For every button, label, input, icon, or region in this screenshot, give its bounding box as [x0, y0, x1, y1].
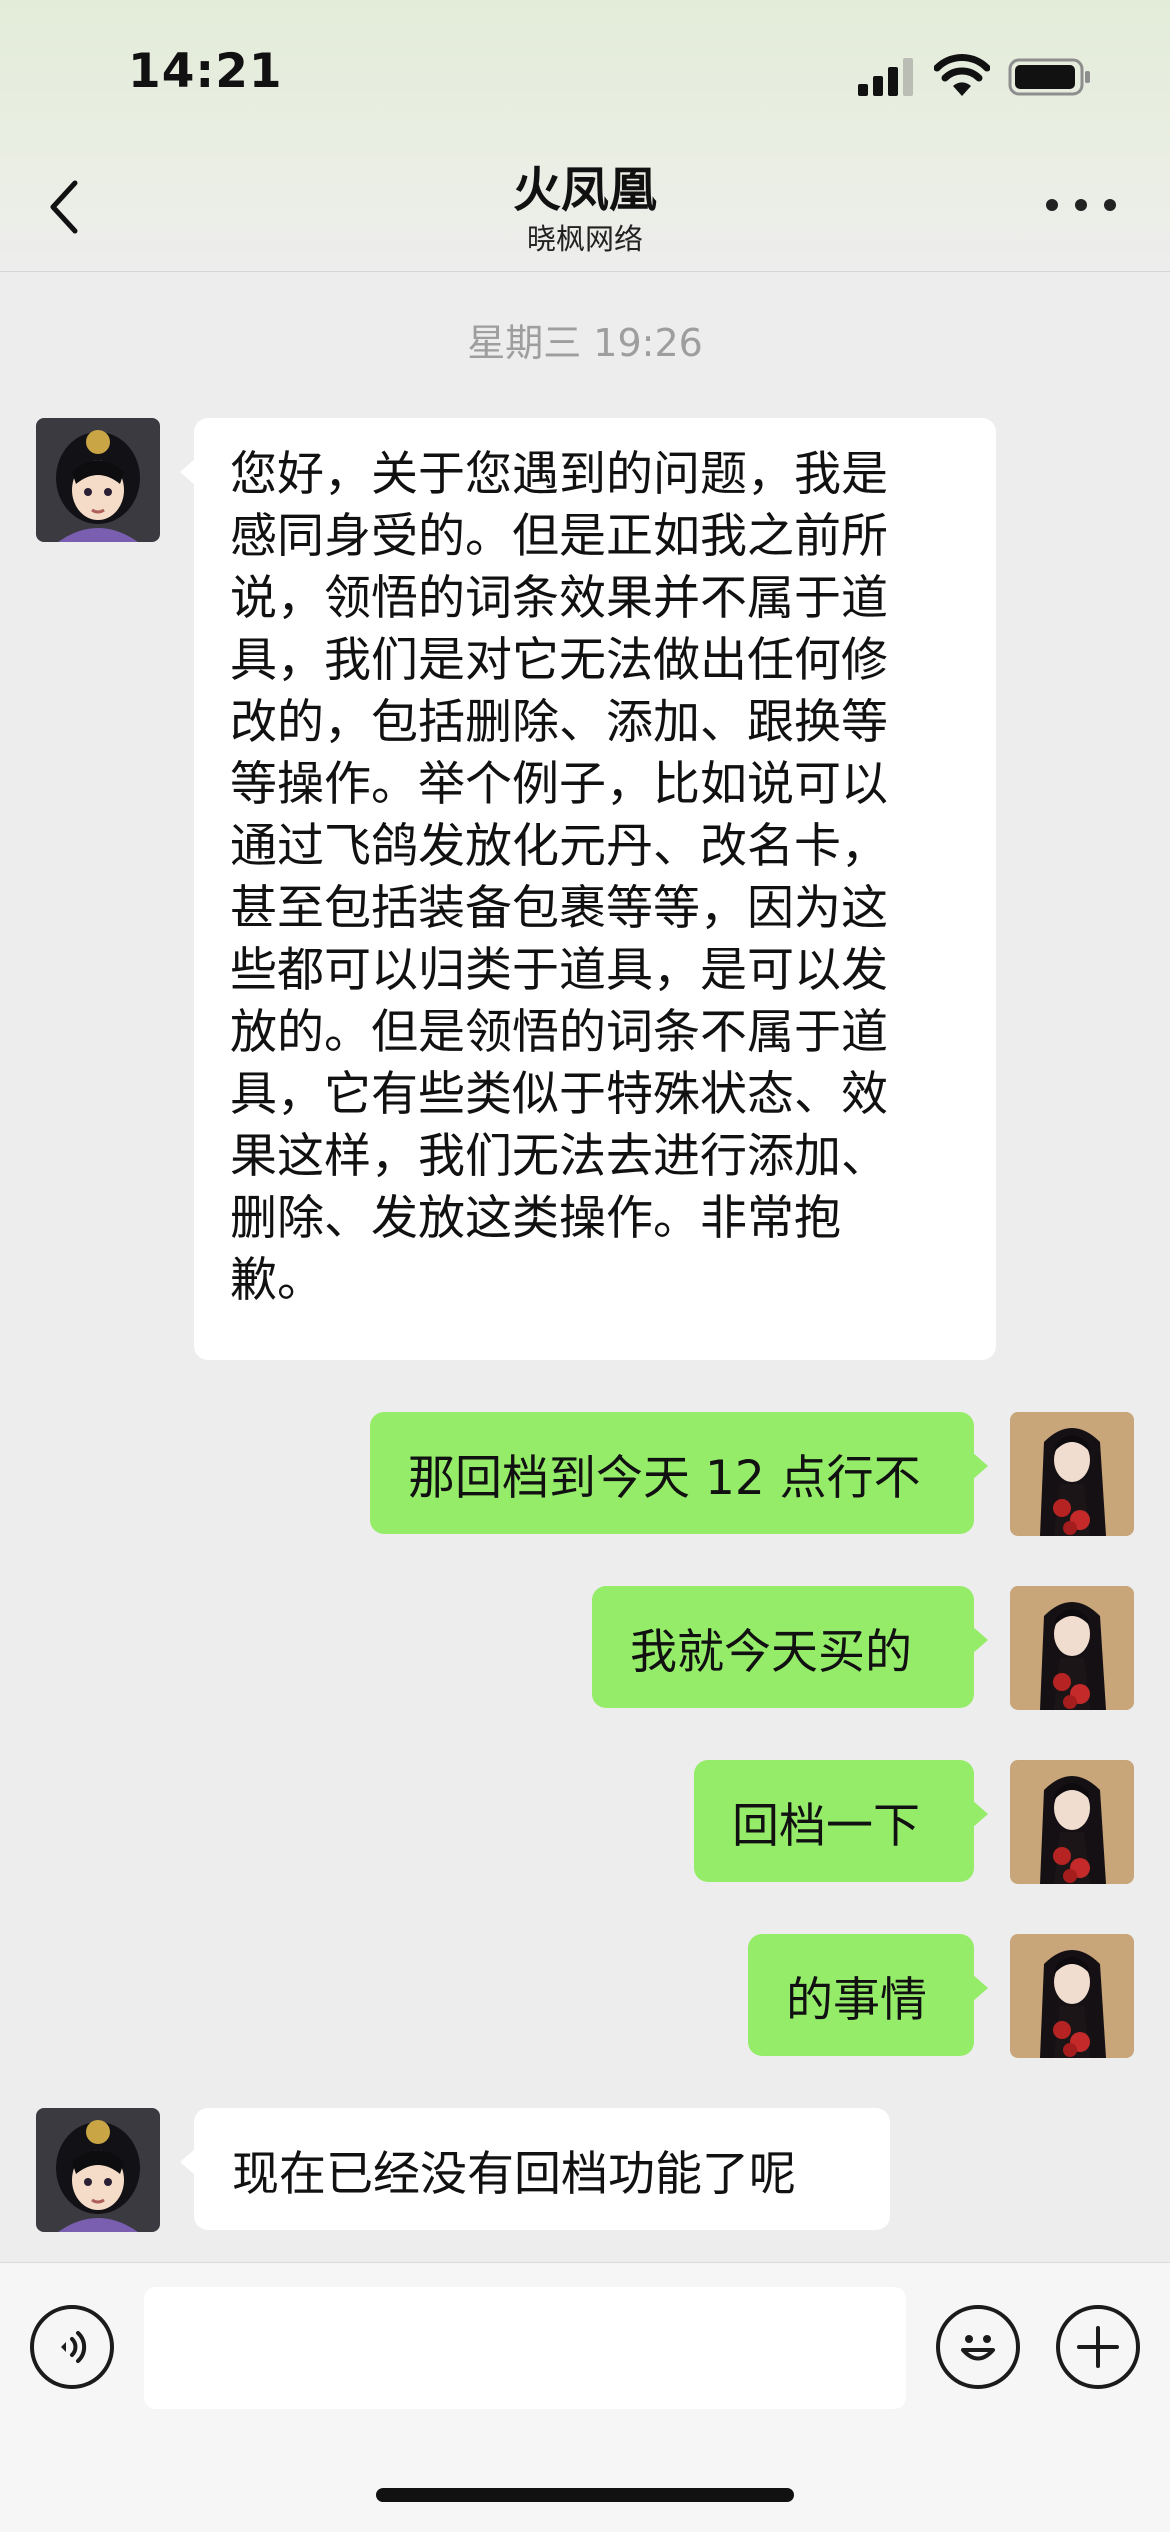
message-line: 具，它有些类似于特殊状态、效 — [230, 1067, 888, 1122]
more-options-button[interactable] — [1046, 180, 1116, 230]
user-avatar[interactable] — [1010, 1934, 1134, 2058]
message-line: 说，领悟的词条效果并不属于道 — [230, 571, 888, 626]
voice-icon — [61, 2331, 87, 2363]
message-text: 我就今天买的 — [630, 1624, 912, 1680]
user-avatar[interactable] — [1010, 1412, 1134, 1536]
chat-title: 火凤凰 — [512, 162, 657, 218]
emoji-button[interactable] — [936, 2305, 1020, 2389]
message-line: 您好，关于您遇到的问题，我是 — [230, 447, 888, 502]
contact-avatar[interactable] — [36, 2108, 160, 2232]
message-line: 放的。但是领悟的词条不属于道 — [230, 1005, 888, 1060]
message-bubble-outgoing[interactable]: 的事情 — [748, 1934, 988, 2056]
chat-title-block: 火凤凰 晓枫网络 — [0, 160, 1170, 258]
message-bubble-outgoing[interactable]: 回档一下 — [694, 1760, 988, 1882]
home-indicator[interactable] — [376, 2488, 794, 2502]
message-line: 等操作。举个例子，比如说可以 — [230, 757, 888, 812]
plus-icon — [1077, 2326, 1119, 2368]
emoji-icon — [961, 2335, 995, 2361]
top-header-area: 14:21 火凤凰 晓枫网络 — [0, 0, 1170, 272]
message-line: 歉。 — [230, 1253, 324, 1308]
battery-icon — [1008, 58, 1090, 96]
status-time: 14:21 — [128, 44, 283, 99]
message-line: 些都可以归类于道具，是可以发 — [230, 943, 888, 998]
more-dots-icon — [1104, 199, 1116, 211]
message-text: 回档一下 — [732, 1798, 920, 1854]
user-avatar[interactable] — [1010, 1586, 1134, 1710]
more-dots-icon — [1075, 199, 1087, 211]
message-line: 改的，包括删除、添加、跟换等 — [230, 695, 888, 750]
message-bubble-incoming[interactable]: 您好，关于您遇到的问题，我是 感同身受的。但是正如我之前所 说，领悟的词条效果并… — [180, 418, 996, 1360]
message-bubble-outgoing[interactable]: 我就今天买的 — [592, 1586, 988, 1708]
message-bubble-outgoing[interactable]: 那回档到今天 12 点行不 — [370, 1412, 988, 1534]
message-text: 的事情 — [786, 1972, 927, 2028]
cellular-signal-icon — [858, 58, 913, 96]
message-line: 删除、发放这类操作。非常抱 — [230, 1191, 841, 1246]
message-line: 甚至包括装备包裹等等，因为这 — [230, 881, 888, 936]
message-line: 感同身受的。但是正如我之前所 — [230, 509, 888, 564]
user-avatar[interactable] — [1010, 1760, 1134, 1884]
message-timestamp: 星期三 19:26 — [467, 321, 703, 365]
message-line: 具，我们是对它无法做出任何修 — [230, 633, 888, 688]
message-line: 通过飞鸽发放化元丹、改名卡， — [230, 819, 888, 874]
voice-button[interactable] — [30, 2305, 114, 2389]
more-dots-icon — [1046, 199, 1058, 211]
plus-button[interactable] — [1056, 2305, 1140, 2389]
message-text: 那回档到今天 12 点行不 — [408, 1450, 921, 1506]
message-input[interactable] — [144, 2287, 906, 2409]
message-bubble-incoming[interactable]: 现在已经没有回档功能了呢 — [180, 2108, 890, 2230]
message-line: 果这样，我们无法去进行添加、 — [230, 1129, 888, 1184]
message-text: 现在已经没有回档功能了呢 — [232, 2146, 796, 2202]
contact-avatar[interactable] — [36, 418, 160, 542]
chat-subtitle: 晓枫网络 — [526, 222, 643, 256]
wifi-icon — [934, 54, 990, 96]
message-text: 您好，关于您遇到的问题，我是 感同身受的。但是正如我之前所 说，领悟的词条效果并… — [230, 444, 970, 1312]
